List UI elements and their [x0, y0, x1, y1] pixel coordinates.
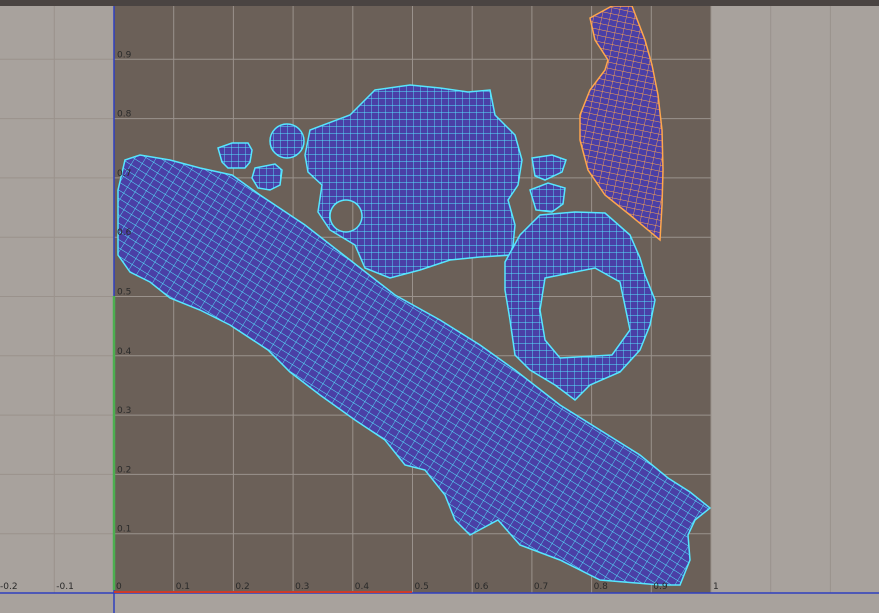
- u-tick-label: -0.1: [56, 582, 74, 592]
- v-tick-label: 0.7: [117, 169, 131, 179]
- u-tick-label: 0.5: [415, 582, 429, 592]
- u-tick-label: 0.7: [534, 582, 548, 592]
- u-tick-label: 0.2: [235, 582, 249, 592]
- v-tick-label: 0.3: [117, 406, 131, 416]
- u-tick-label: 0.6: [474, 582, 489, 592]
- cup-shell[interactable]: [251, 163, 283, 191]
- v-tick-label: 0.2: [117, 465, 131, 475]
- u-tick-label: 0.4: [355, 582, 370, 592]
- uv-bottom-strip: [0, 593, 879, 613]
- u-tick-label: 0.3: [295, 582, 309, 592]
- uv-canvas[interactable]: -0.2 -0.1 0 0.1 0.2 0.3 0.4 0.5 0.6 0.7 0.8 0.9 1 0.…: [0, 0, 879, 613]
- v-tick-label: 0.6: [117, 228, 132, 238]
- u-tick-label: -0.2: [0, 582, 18, 592]
- u-tick-label: 0.8: [594, 582, 609, 592]
- round-cap-shell[interactable]: [269, 123, 305, 159]
- v-tick-label: 0.5: [117, 288, 131, 298]
- v-tick-label: 0.1: [117, 525, 131, 535]
- u-tick-label: 1: [713, 582, 719, 592]
- v-tick-label: 0.4: [117, 347, 132, 357]
- editor-top-bar: [0, 0, 879, 6]
- u-tick-label: 0.1: [176, 582, 190, 592]
- v-tick-label: 0.9: [117, 50, 132, 60]
- v-tick-label: 0.8: [117, 110, 132, 120]
- u-tick-label: 0.9: [653, 582, 668, 592]
- uv-editor[interactable]: -0.2 -0.1 0 0.1 0.2 0.3 0.4 0.5 0.6 0.7 0.8 0.9 1 0.…: [0, 0, 879, 613]
- u-tick-label: 0: [116, 582, 122, 592]
